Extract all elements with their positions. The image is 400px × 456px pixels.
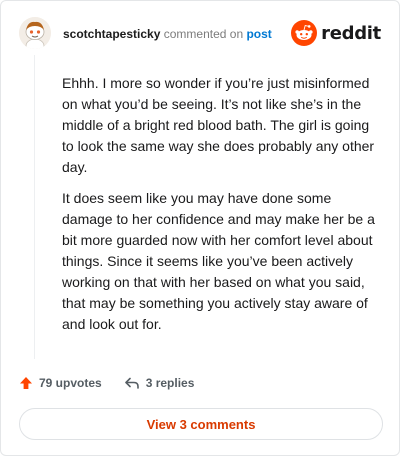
username-link[interactable]: scotchtapesticky	[63, 27, 160, 41]
reddit-brand[interactable]: reddit	[291, 19, 381, 47]
reply-button[interactable]: 3 replies	[124, 376, 195, 390]
comment-byline: scotchtapesticky commented on post	[63, 27, 272, 41]
post-link[interactable]: post	[246, 27, 271, 41]
comment-card: scotchtapesticky commented on post reddi…	[0, 0, 400, 456]
comment-actions: 79 upvotes 3 replies	[19, 373, 194, 393]
avatar-snoo-icon	[19, 17, 51, 49]
comment-paragraph: Ehhh. I more so wonder if you’re just mi…	[62, 75, 375, 175]
commented-on-text: commented on	[163, 27, 244, 41]
reddit-wordmark: reddit	[321, 22, 381, 44]
comment-header: scotchtapesticky commented on post reddi…	[19, 15, 381, 51]
upvote-button[interactable]: 79 upvotes	[19, 376, 102, 390]
comment-body: Ehhh. I more so wonder if you’re just mi…	[62, 73, 382, 345]
comment-paragraph: It does seem like you may have done some…	[62, 190, 375, 332]
user-avatar[interactable]	[19, 17, 51, 49]
view-comments-label: View 3 comments	[146, 416, 256, 432]
reddit-snoo-icon	[291, 20, 318, 46]
upvote-count: 79 upvotes	[39, 376, 102, 390]
reply-count: 3 replies	[145, 376, 195, 390]
view-comments-button[interactable]: View 3 comments	[19, 408, 383, 440]
reply-arrow-icon	[124, 377, 139, 389]
upvote-arrow-icon	[20, 377, 32, 389]
thread-line[interactable]	[34, 55, 35, 359]
